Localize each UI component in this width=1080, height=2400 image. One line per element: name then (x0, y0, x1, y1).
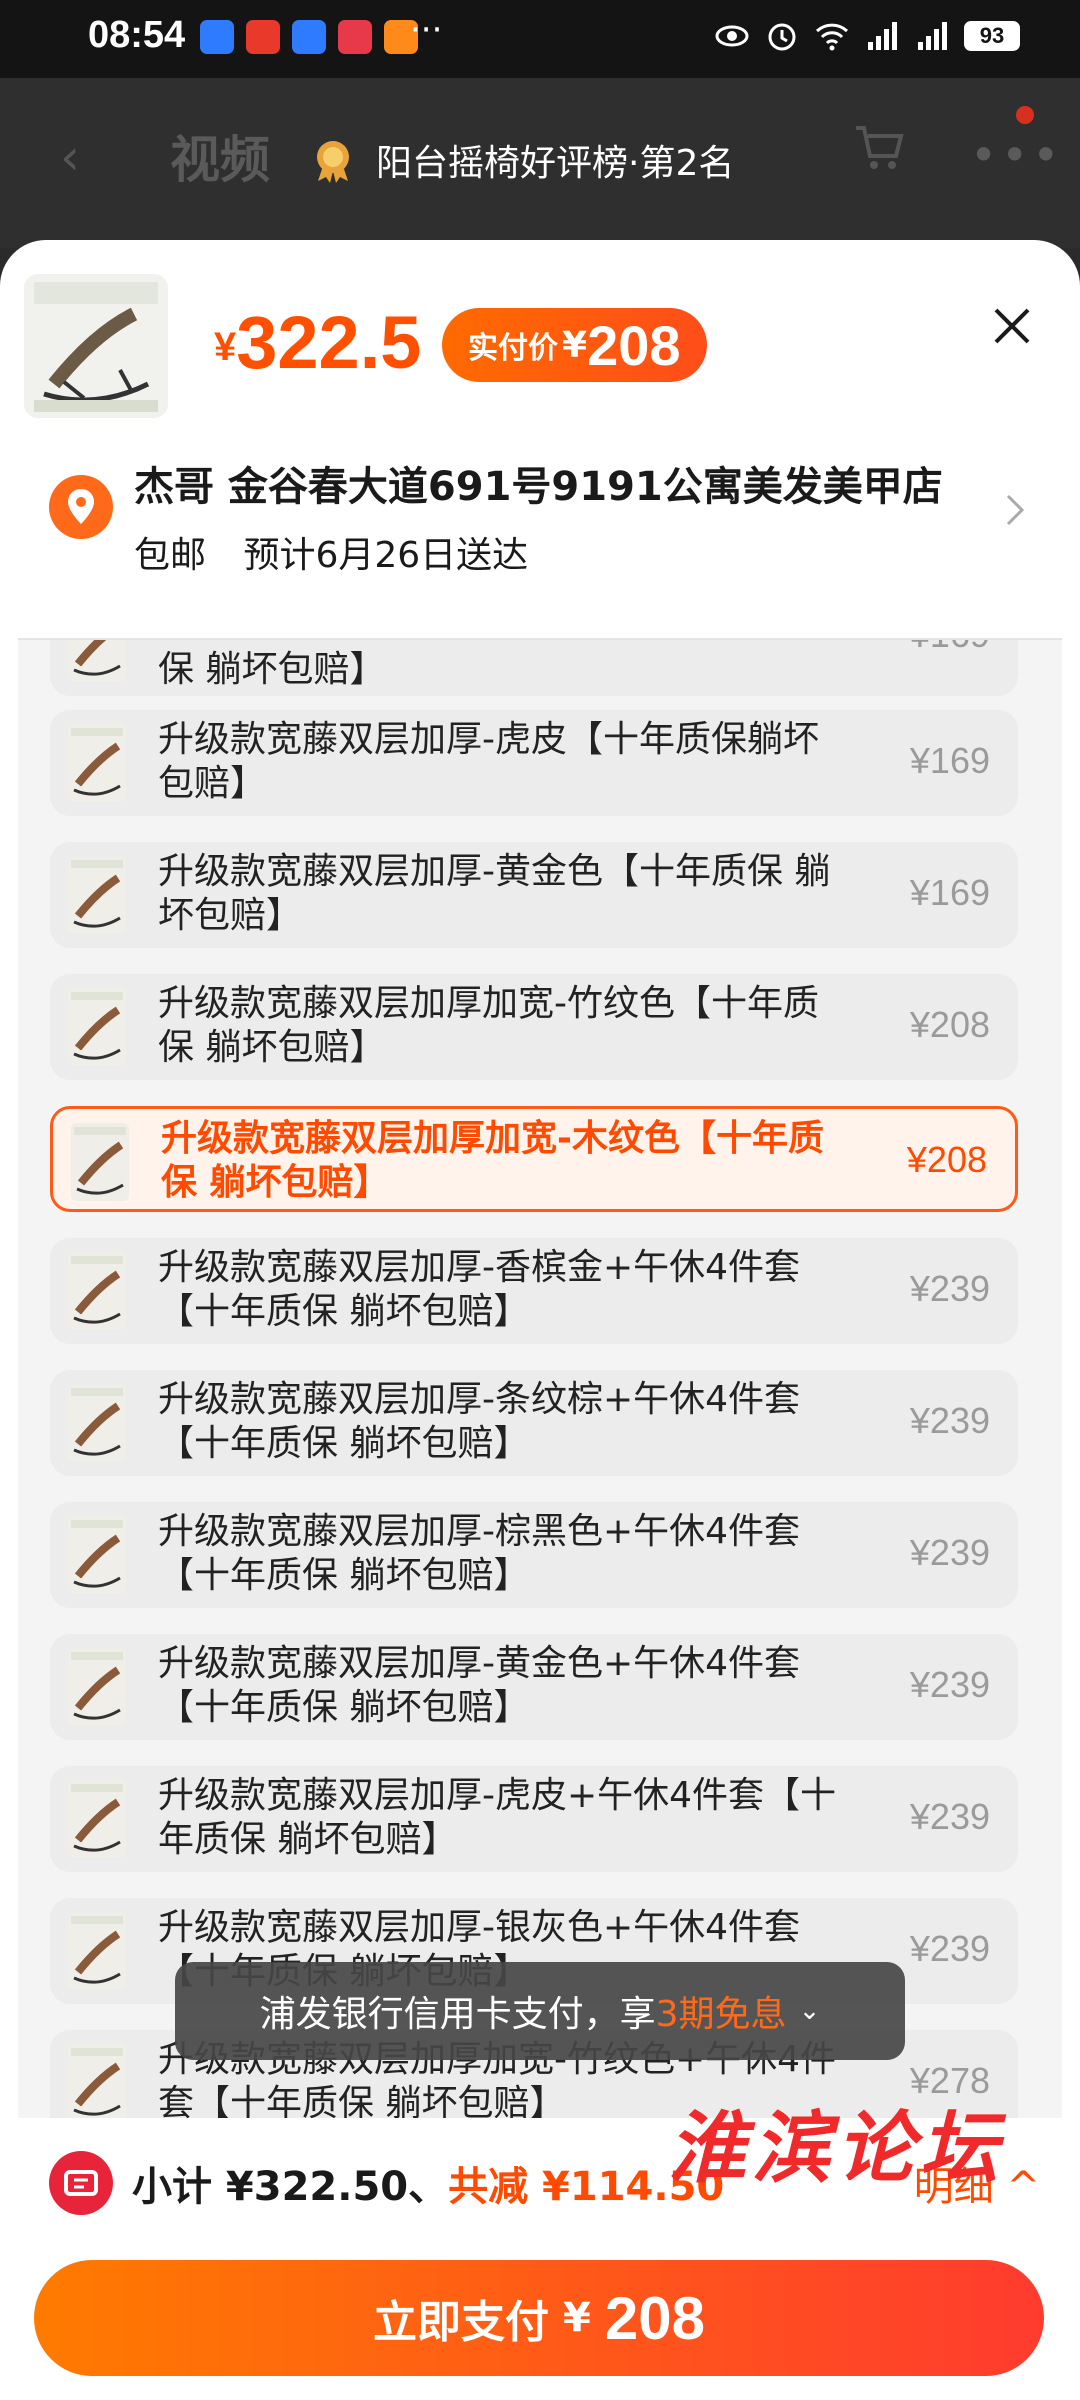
sku-thumbnail (68, 1516, 126, 1594)
sku-price: ¥239 (909, 1532, 990, 1573)
sku-price: ¥169 (909, 740, 990, 781)
pay-amount: 208 (604, 2284, 705, 2352)
actual-price-currency: ¥ (562, 324, 588, 366)
cart-icon[interactable] (852, 120, 906, 174)
sku-price: ¥239 (909, 1400, 990, 1441)
sku-price: ¥208 (909, 1004, 990, 1045)
sku-name: 升级款宽藤双层加厚加宽-木纹色【十年质保 躺坏包赔】 (161, 1118, 824, 1203)
sku-thumbnail (68, 988, 126, 1066)
sku-thumbnail (68, 640, 126, 682)
back-arrow-icon[interactable]: ‹ (60, 128, 80, 186)
alarm-icon (768, 23, 796, 51)
coupon-icon (49, 2151, 113, 2215)
actual-price-badge: 实付价 ¥ 208 (442, 308, 707, 382)
search-app-icon (200, 20, 234, 54)
delivery-estimate: 预计6月26日送达 (243, 535, 529, 576)
wifi-icon (815, 23, 849, 51)
sku-name: 升级款宽藤双层加厚-黄金色+午休4件套【十年质保 躺坏包赔】 (158, 1643, 801, 1728)
sku-thumbnail (68, 1780, 126, 1858)
close-icon[interactable] (986, 300, 1038, 352)
pay-now-button[interactable]: 立即支付 ¥ 208 (34, 2260, 1044, 2376)
subtotal-label: 小计 ¥322.50、 (132, 2164, 449, 2210)
toast-highlight: 3期免息 (655, 1994, 787, 2035)
sku-item[interactable]: 升级款宽藤双层加厚-条纹棕+午休4件套【十年质保 躺坏包赔】 ¥239 (50, 1370, 1018, 1476)
sku-price: ¥239 (909, 1796, 990, 1837)
sku-item-selected[interactable]: 升级款宽藤双层加厚加宽-木纹色【十年质保 躺坏包赔】 ¥208 (50, 1106, 1018, 1212)
shipping-info: 包邮 预计6月26日送达 (134, 526, 554, 578)
battery-indicator: 93 (964, 21, 1020, 51)
sku-item[interactable]: 升级款宽藤双层加厚-虎皮【十年质保躺坏包赔】 ¥169 (50, 710, 1018, 816)
rocking-chair-image (24, 274, 168, 418)
toast-text: 浦发银行信用卡支付，享 (259, 1994, 656, 2035)
more-notifications-icon: ··· (410, 10, 443, 50)
sku-item[interactable]: 保 躺坏包赔】 ¥169 (50, 640, 1018, 696)
sku-thumbnail (68, 1384, 126, 1462)
sku-thumbnail (68, 856, 126, 934)
background-header: ‹ 视频 阳台摇椅好评榜·第2名 ••• (0, 78, 1080, 248)
installment-promo-toast[interactable]: 浦发银行信用卡支付，享 3期免息 ⌄ (175, 1962, 905, 2060)
sku-name: 升级款宽藤双层加厚加宽-竹纹色【十年质保 躺坏包赔】 (158, 983, 819, 1068)
sku-name: 升级款宽藤双层加厚-黄金色【十年质保 躺坏包赔】 (158, 851, 831, 936)
sku-price: ¥239 (909, 1268, 990, 1309)
sku-thumbnail (71, 1123, 129, 1201)
sku-name: 升级款宽藤双层加厚-虎皮+午休4件套【十年质保 躺坏包赔】 (158, 1775, 837, 1860)
sku-item[interactable]: 升级款宽藤双层加厚-香槟金+午休4件套【十年质保 躺坏包赔】 ¥239 (50, 1238, 1018, 1344)
bank-app-icon (246, 20, 280, 54)
sku-thumbnail (68, 1648, 126, 1726)
pay-currency: ¥ (563, 2295, 591, 2341)
sku-item[interactable]: 升级款宽藤双层加厚-黄金色【十年质保 躺坏包赔】 ¥169 (50, 842, 1018, 948)
sku-price: ¥239 (909, 1928, 990, 1969)
rank-badge-label: 阳台摇椅好评榜·第2名 (376, 143, 735, 184)
sku-price: ¥208 (906, 1139, 987, 1180)
product-thumbnail[interactable] (24, 274, 168, 418)
signal-icon (868, 22, 897, 50)
sku-item[interactable]: 升级款宽藤双层加厚加宽-竹纹色【十年质保 躺坏包赔】 ¥208 (50, 974, 1018, 1080)
notification-dot (1016, 106, 1034, 124)
location-pin-icon (49, 475, 113, 539)
bulb-app-icon (292, 20, 326, 54)
sku-name: 升级款宽藤双层加厚-虎皮【十年质保躺坏包赔】 (158, 719, 819, 804)
sku-name: 升级款宽藤双层加厚-棕黑色+午休4件套【十年质保 躺坏包赔】 (158, 1511, 801, 1596)
subtotal-summary: 小计 ¥322.50、共减 ¥114.50 (132, 2154, 724, 2212)
sku-thumbnail (68, 1252, 126, 1330)
sku-selector-sheet: ¥322.5 实付价 ¥ 208 杰哥 金谷春大道691号9191公寓美发美甲店… (0, 240, 1080, 2400)
sku-item[interactable]: 升级款宽藤双层加厚-棕黑色+午休4件套【十年质保 躺坏包赔】 ¥239 (50, 1502, 1018, 1608)
status-time: 08:54 (88, 14, 186, 56)
system-indicators: 93 (714, 18, 1020, 54)
sku-name: 升级款宽藤双层加厚-香槟金+午休4件套【十年质保 躺坏包赔】 (158, 1247, 801, 1332)
sku-thumbnail (68, 2044, 126, 2122)
sku-price: ¥169 (910, 640, 990, 656)
sku-item[interactable]: 升级款宽藤双层加厚-黄金色+午休4件套【十年质保 躺坏包赔】 ¥239 (50, 1634, 1018, 1740)
actual-price-value: 208 (587, 313, 681, 377)
delivery-address[interactable]: 杰哥 金谷春大道691号9191公寓美发美甲店 (134, 454, 974, 512)
sku-name: 保 躺坏包赔】 (158, 649, 386, 690)
rank-badge[interactable]: 阳台摇椅好评榜·第2名 (310, 134, 734, 186)
actual-price-label: 实付价 (468, 331, 558, 366)
tab-video[interactable]: 视频 (170, 120, 270, 192)
pay-label: 立即支付 (373, 2297, 550, 2348)
book-app-icon (338, 20, 372, 54)
price-value: 322.5 (236, 301, 422, 384)
more-options-icon[interactable]: ••• (970, 128, 1063, 182)
sku-price: ¥239 (909, 1664, 990, 1705)
free-shipping-label: 包邮 (134, 535, 207, 576)
product-price: ¥322.5 (214, 300, 421, 385)
medal-icon (317, 141, 349, 183)
price-currency: ¥ (214, 325, 237, 369)
notification-icons (200, 20, 418, 54)
eye-icon (715, 25, 749, 47)
forum-watermark: 淮滨论坛 (668, 2103, 1005, 2194)
sku-thumbnail (68, 724, 126, 802)
sku-thumbnail (68, 1912, 126, 1990)
chevron-right-icon[interactable] (1000, 490, 1030, 530)
sku-item[interactable]: 升级款宽藤双层加厚-虎皮+午休4件套【十年质保 躺坏包赔】 ¥239 (50, 1766, 1018, 1872)
chevron-down-icon: ⌄ (798, 1996, 821, 2026)
signal-icon-2 (918, 22, 947, 50)
sku-price: ¥169 (909, 872, 990, 913)
status-bar: 08:54 ··· 93 (0, 0, 1080, 78)
sku-name: 升级款宽藤双层加厚-条纹棕+午休4件套【十年质保 躺坏包赔】 (158, 1379, 801, 1464)
